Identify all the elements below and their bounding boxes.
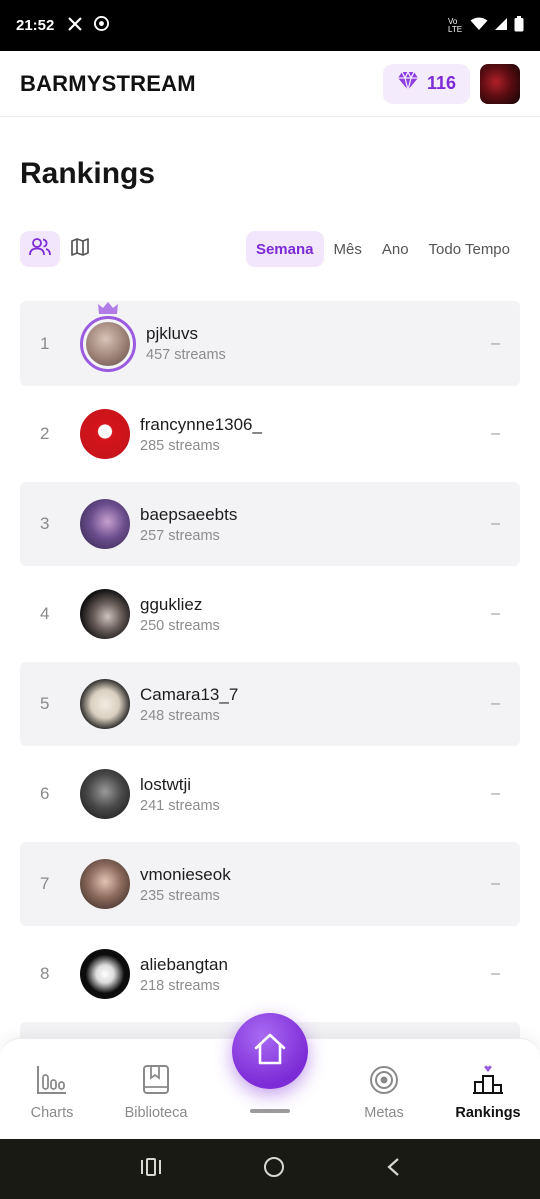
avatar xyxy=(80,949,130,999)
crown-icon xyxy=(97,301,119,320)
avatar xyxy=(80,679,130,729)
period-tabs: Semana Mês Ano Todo Tempo xyxy=(245,231,520,267)
nav-library-label: Biblioteca xyxy=(124,1105,188,1121)
users-icon xyxy=(29,237,51,262)
wifi-icon xyxy=(470,17,488,35)
rank-number: 7 xyxy=(40,874,50,893)
user-name: lostwtji xyxy=(140,774,192,794)
tab-year[interactable]: Ano xyxy=(372,231,419,267)
rank-number: 8 xyxy=(40,964,50,983)
target-icon xyxy=(369,1065,399,1099)
profile-avatar[interactable] xyxy=(480,63,520,104)
ranking-row[interactable]: 3 baepsaeebts 257 streams – xyxy=(20,482,520,566)
nav-library[interactable]: Biblioteca xyxy=(104,1039,208,1140)
podium-icon xyxy=(472,1065,504,1099)
gem-count: 116 xyxy=(426,73,456,93)
rank-number: 4 xyxy=(40,604,50,623)
trend-indicator: – xyxy=(491,875,500,892)
x-app-icon xyxy=(68,16,83,35)
home-icon xyxy=(253,1033,287,1070)
stream-count: 235 streams xyxy=(140,887,220,904)
avatar xyxy=(80,301,136,372)
ranking-row[interactable]: 1 pjkluvs 457 streams – xyxy=(20,301,520,386)
tab-week[interactable]: Semana xyxy=(245,231,324,267)
trend-indicator: – xyxy=(491,965,500,982)
user-name: francynne1306_ xyxy=(140,414,262,434)
user-name: baepsaeebts xyxy=(140,504,238,524)
volte-label: Vo LTE xyxy=(448,16,463,34)
stream-count: 248 streams xyxy=(140,707,220,724)
recents-icon[interactable] xyxy=(140,1157,162,1181)
system-nav-bar xyxy=(0,1139,540,1199)
cell-signal-icon xyxy=(494,17,508,35)
user-name: aliebangtan xyxy=(140,954,228,974)
nav-goals-label: Metas xyxy=(364,1105,404,1121)
users-view-button[interactable] xyxy=(20,231,60,267)
battery-icon xyxy=(514,15,524,36)
ranking-row[interactable]: 6 lostwtji 241 streams – xyxy=(20,752,520,836)
user-name: vmonieseok xyxy=(140,864,231,884)
stream-count: 285 streams xyxy=(140,437,220,454)
nav-charts-label: Charts xyxy=(30,1105,74,1121)
app-brand: BARMYSTREAM xyxy=(20,70,196,96)
nav-rankings[interactable]: Rankings xyxy=(436,1039,540,1140)
nav-goals[interactable]: Metas xyxy=(332,1039,436,1140)
rank-number: 6 xyxy=(40,784,50,803)
ranking-row[interactable]: 7 vmonieseok 235 streams – xyxy=(20,842,520,926)
home-button[interactable] xyxy=(232,1013,308,1089)
home-indicator xyxy=(250,1109,290,1113)
trend-indicator: – xyxy=(491,605,500,622)
gem-balance-button[interactable]: 116 xyxy=(382,63,470,104)
user-name: ggukliez xyxy=(140,594,203,614)
book-icon xyxy=(142,1065,170,1099)
home-system-icon[interactable] xyxy=(263,1156,285,1183)
ranking-row[interactable]: 4 ggukliez 250 streams – xyxy=(20,572,520,656)
tab-month[interactable]: Mês xyxy=(324,231,372,267)
trend-indicator: – xyxy=(491,695,500,712)
ranking-list: 1 pjkluvs 457 streams – 2 francynne1306_… xyxy=(20,301,520,1112)
app-header: BARMYSTREAM 116 xyxy=(0,51,540,117)
trend-indicator: – xyxy=(491,334,500,352)
avatar xyxy=(80,589,130,639)
rank-number: 2 xyxy=(40,424,50,443)
gem-icon xyxy=(397,70,419,96)
map-icon xyxy=(70,237,90,262)
stream-count: 241 streams xyxy=(140,797,220,814)
avatar xyxy=(80,859,130,909)
tab-all-time[interactable]: Todo Tempo xyxy=(419,231,520,267)
rank-number: 3 xyxy=(40,514,50,533)
page-title: Rankings xyxy=(20,157,156,190)
nav-rankings-label: Rankings xyxy=(455,1105,521,1121)
stream-count: 250 streams xyxy=(140,617,220,634)
rank-number: 1 xyxy=(40,333,50,353)
nav-charts[interactable]: Charts xyxy=(0,1039,104,1140)
stream-count: 257 streams xyxy=(140,527,220,544)
user-name: Camara13_7 xyxy=(140,684,239,704)
trend-indicator: – xyxy=(491,425,500,442)
ranking-row[interactable]: 5 Camara13_7 248 streams – xyxy=(20,662,520,746)
filter-row: Semana Mês Ano Todo Tempo xyxy=(20,230,520,268)
chrome-icon xyxy=(94,16,110,35)
rank-number: 5 xyxy=(40,694,50,713)
trend-indicator: – xyxy=(491,785,500,802)
charts-icon xyxy=(36,1065,68,1099)
map-view-button[interactable] xyxy=(60,231,100,267)
stream-count: 457 streams xyxy=(146,347,226,363)
status-time: 21:52 xyxy=(16,17,55,34)
user-name: pjkluvs xyxy=(146,324,198,343)
trend-indicator: – xyxy=(491,515,500,532)
ranking-row[interactable]: 2 francynne1306_ 285 streams – xyxy=(20,392,520,476)
avatar xyxy=(80,409,130,459)
ranking-row[interactable]: 8 aliebangtan 218 streams – xyxy=(20,932,520,1016)
status-bar: 21:52 Vo LTE xyxy=(0,0,540,51)
stream-count: 218 streams xyxy=(140,977,220,994)
back-icon[interactable] xyxy=(386,1157,400,1182)
avatar xyxy=(80,499,130,549)
avatar xyxy=(80,769,130,819)
